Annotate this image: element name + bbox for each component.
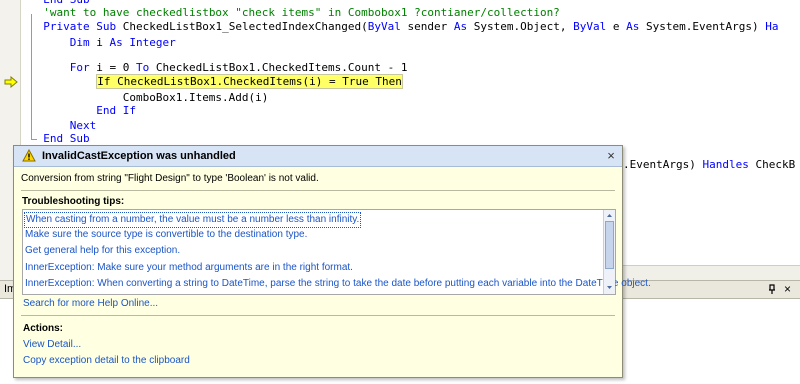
actions-heading: Actions: (23, 323, 63, 334)
code-line[interactable]: .EventArgs) Handles CheckB (623, 157, 795, 173)
keyword: End Sub (43, 132, 90, 145)
keyword: To (135, 61, 150, 74)
code-token: ComboBox1.Items.Add(i) (122, 91, 269, 104)
tip-link[interactable]: Make sure the source type is convertible… (25, 228, 307, 242)
copy-exception-detail-link[interactable]: Copy exception detail to the clipboard (23, 354, 190, 368)
tip-link[interactable]: Get general help for this exception. (25, 244, 180, 258)
code-token: System.Object, (467, 20, 574, 33)
code-token: CheckB (748, 158, 796, 171)
code-token: sender (400, 20, 454, 33)
code-line[interactable]: Dim i As Integer (30, 35, 176, 51)
current-statement-line[interactable]: If CheckedListBox1.CheckedItems(i) = Tru… (30, 74, 403, 90)
keyword: Dim (69, 36, 90, 49)
tip-link[interactable]: When casting from a number, the value mu… (24, 212, 362, 228)
divider (21, 190, 615, 191)
keyword: Private Sub (43, 20, 123, 33)
tip-link[interactable]: InnerException: When converting a string… (25, 277, 651, 291)
current-statement-arrow-icon (4, 76, 18, 88)
divider (21, 315, 615, 316)
comment: 'want to have checkedlistbox "check item… (43, 6, 560, 19)
highlighted-statement: If CheckedListBox1.CheckedItems(i) = Tru… (96, 74, 403, 89)
ide-window: End Sub 'want to have checkedlistbox "ch… (0, 0, 800, 384)
code-token: System.EventArgs) (639, 20, 766, 33)
keyword: As (626, 20, 640, 33)
panel-close-icon[interactable]: × (784, 281, 791, 298)
scroll-up-icon[interactable] (605, 211, 614, 220)
code-token: .EventArgs) (623, 158, 703, 171)
warning-icon (22, 149, 36, 162)
keyword: Handles (702, 158, 749, 171)
scroll-down-icon[interactable] (605, 283, 614, 292)
keyword: End If (96, 104, 136, 117)
exception-message: Conversion from string "Flight Design" t… (21, 173, 319, 184)
troubleshooting-tips-heading: Troubleshooting tips: (22, 196, 125, 207)
exception-assistant: InvalidCastException was unhandled × Con… (13, 145, 651, 378)
keyword: Ha (765, 20, 779, 33)
pin-icon[interactable] (766, 283, 778, 295)
keyword: As (109, 36, 123, 49)
tips-scrollbar[interactable] (603, 210, 615, 294)
view-detail-link[interactable]: View Detail... (23, 338, 81, 352)
troubleshooting-tips-list[interactable]: When casting from a number, the value mu… (22, 209, 651, 295)
code-token: CheckedListBox1.CheckedItems.Count - 1 (149, 61, 408, 74)
code-line[interactable]: Private Sub CheckedListBox1_SelectedInde… (30, 19, 778, 35)
search-help-online-link[interactable]: Search for more Help Online... (23, 297, 158, 311)
code-line[interactable]: End If (30, 103, 136, 119)
close-icon[interactable]: × (604, 146, 618, 166)
exception-title: InvalidCastException was unhandled (42, 150, 236, 162)
keyword: ByVal (573, 20, 607, 33)
code-token: CheckedListBox1_SelectedIndexChanged( (122, 20, 368, 33)
keyword: Integer (129, 36, 176, 49)
code-token: i (89, 36, 110, 49)
keyword: For (69, 61, 90, 74)
code-token: i = 0 (89, 61, 136, 74)
scroll-thumb[interactable] (605, 221, 614, 269)
keyword: ByVal (367, 20, 401, 33)
exception-titlebar: InvalidCastException was unhandled × (14, 146, 622, 167)
tip-link[interactable]: InnerException: Make sure your method ar… (25, 261, 353, 275)
code-token: e (606, 20, 627, 33)
keyword: As (453, 20, 468, 33)
